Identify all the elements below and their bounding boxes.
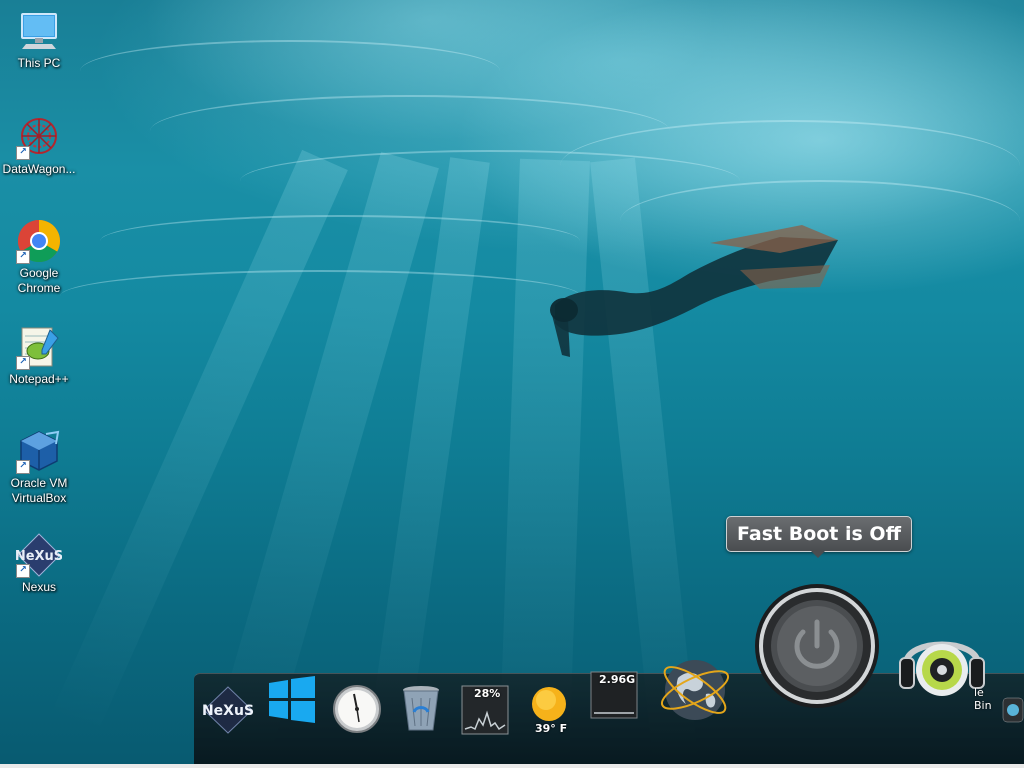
fast-boot-tooltip: Fast Boot is Off [726, 516, 912, 552]
dock-partial-item[interactable] [1002, 684, 1024, 736]
nexus-icon: NeXuS ↗ [16, 532, 62, 578]
surface-wave [80, 40, 500, 102]
clock-icon [333, 685, 381, 733]
dock-clock[interactable] [332, 684, 382, 734]
app-icon [1002, 697, 1024, 723]
dock-power-button[interactable] [753, 582, 881, 710]
dock-weather[interactable]: 39° F [526, 684, 572, 736]
power-icon [755, 584, 879, 708]
dock-cpu-monitor[interactable]: 28% [461, 685, 509, 735]
desktop-icon-label: This PC [17, 56, 61, 70]
dock-windows-start[interactable] [266, 676, 318, 724]
desktop-icon-datawagon[interactable]: ↗ DataWagon... [2, 114, 76, 177]
desktop-icon-label: Nexus [21, 580, 56, 594]
desktop-icon-google-chrome[interactable]: ↗ Google Chrome [2, 218, 76, 296]
dock-media-player[interactable]: le Bin [896, 618, 992, 712]
shortcut-arrow-icon: ↗ [16, 564, 30, 578]
nexus-logo-icon: NeXuS [202, 686, 254, 734]
dock-recycle-bin[interactable] [400, 684, 442, 734]
desktop-icon-label: DataWagon... [2, 162, 76, 176]
shortcut-arrow-icon: ↗ [16, 250, 30, 264]
desktop-icon-label: Notepad++ [9, 372, 69, 386]
notepadpp-icon: ↗ [16, 324, 62, 370]
windows-logo-icon [269, 676, 315, 723]
shortcut-arrow-icon: ↗ [16, 356, 30, 370]
chrome-icon: ↗ [16, 218, 62, 264]
dock-nexus-logo[interactable]: NeXuS [200, 685, 256, 735]
shortcut-arrow-icon: ↗ [16, 460, 30, 474]
shortcut-arrow-icon: ↗ [16, 146, 30, 160]
globe-icon [660, 660, 730, 720]
dock-memory-monitor[interactable]: 2.96G [590, 671, 638, 719]
sun-icon [532, 687, 566, 721]
tooltip-arrow [810, 550, 826, 558]
desktop-icon-label: Google Chrome [17, 266, 61, 295]
desktop-icon-label: Oracle VM VirtualBox [10, 476, 68, 505]
desktop-icon-notepadpp[interactable]: ↗ Notepad++ [2, 324, 76, 387]
memory-label: 2.96G [599, 673, 636, 686]
datawagon-icon: ↗ [16, 114, 62, 160]
virtualbox-icon: ↗ [16, 428, 62, 474]
desktop-icon-virtualbox[interactable]: ↗ Oracle VM VirtualBox [2, 428, 76, 506]
desktop-icon-nexus[interactable]: NeXuS ↗ Nexus [2, 532, 76, 595]
screen-bottom-edge [0, 764, 1024, 768]
desktop-icon-this-pc[interactable]: This PC [2, 8, 76, 71]
partial-dock-label: le Bin [974, 686, 992, 712]
cpu-percent-label: 28% [474, 687, 501, 700]
nexus-logo-text: NeXuS [202, 703, 254, 719]
diver-silhouette [550, 225, 838, 357]
temperature-label: 39° F [535, 722, 568, 735]
recycle-bin-icon [403, 686, 439, 731]
surface-wave [60, 270, 580, 322]
dock-network-globe[interactable] [656, 650, 734, 732]
svg-text:NeXuS: NeXuS [16, 549, 62, 564]
this-pc-icon [16, 8, 62, 54]
desktop-background: This PC ↗ DataWagon... ↗ Google Chrome ↗… [0, 0, 1024, 768]
surface-wave [100, 215, 580, 267]
